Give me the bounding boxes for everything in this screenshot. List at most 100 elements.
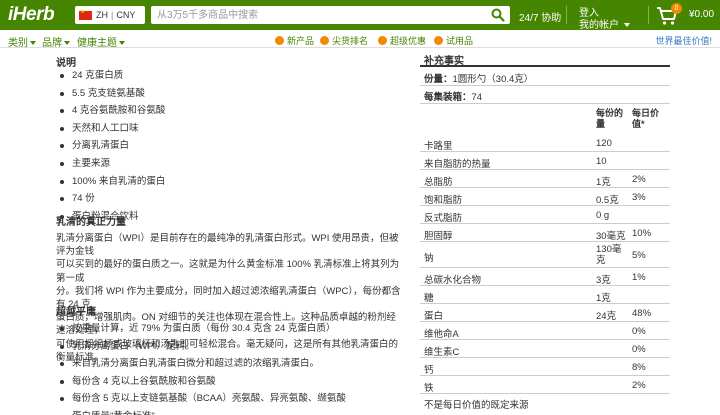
nutrient-amount: 10 [596, 156, 607, 167]
servings-per-container: 每集装箱：74 [424, 92, 483, 103]
daily-value: 48% [632, 308, 652, 319]
list-item: 100% 来自乳清的蛋白 [56, 173, 401, 191]
table-row: 胆固醇 30毫克 10% [420, 224, 670, 242]
table-row: 维生素C 0% [420, 340, 670, 358]
paragraph-line: 可以买到的最好的蛋白质之一。这就是为什么黄金标准 100% 乳清标准上将其列为第… [56, 259, 400, 284]
nutrient-amount: 120 [596, 138, 612, 149]
search-bar [151, 6, 510, 24]
daily-value: 8% [632, 362, 646, 373]
nutrient-name: 卡路里 [424, 141, 453, 152]
facts-footnote: 不是每日价值的既定来源 [424, 400, 529, 411]
best-value-link[interactable]: 世界最佳价值! [655, 34, 712, 47]
language-code: ZH [96, 10, 108, 20]
chevron-down-icon [623, 23, 630, 28]
support-link[interactable]: 24/7 协助 [519, 9, 561, 24]
nutrient-amount: 1克 [596, 293, 611, 304]
daily-value: 5% [632, 250, 646, 261]
chevron-down-icon [119, 41, 125, 46]
table-row: 钠 130毫 克 5% [420, 242, 670, 268]
nutrient-amount: 24克 [596, 311, 617, 322]
serving-size: 份量：1圆形勺（30.4克） [424, 74, 534, 85]
search-input[interactable] [151, 6, 481, 24]
promo-trial[interactable]: 试用品 [434, 34, 473, 47]
nutrient-amount: 0 g [596, 210, 610, 221]
promo-new-products[interactable]: 新产品 [275, 34, 314, 47]
nav-health-topics[interactable]: 健康主题 [77, 34, 125, 49]
table-row: 糖 1克 [420, 286, 670, 304]
promo-top-ranking[interactable]: 尖货排名 [320, 34, 368, 47]
daily-value: 1% [632, 272, 646, 283]
list-item: 分离乳清蛋白 [56, 137, 401, 155]
nutrient-name: 反式脂肪 [424, 213, 463, 224]
daily-value: 2% [632, 174, 646, 185]
list-item: 74 份 [56, 190, 401, 208]
nutrient-amount: 1克 [596, 177, 611, 188]
table-row: 总碳水化合物 3克 1% [420, 268, 670, 286]
gift-icon [434, 36, 443, 45]
language-currency-selector[interactable]: ZH | CNY [75, 6, 145, 24]
nutrient-name: 钠 [424, 253, 434, 264]
nutrient-name: 维他命A [424, 329, 459, 340]
nutrient-name: 饱和脂肪 [424, 195, 463, 206]
description-bullets: 24 克蛋白质 5.5 克支链氨基酸 4 克谷氨酰胺和谷氨酸 天然和人工口味 分离乳清蛋… [56, 67, 401, 225]
tag-icon [378, 36, 387, 45]
iherb-logo[interactable]: iHerb [8, 4, 55, 26]
table-row: 来自脂肪的热量 10 [420, 152, 670, 170]
list-item: 24 克蛋白质 [56, 67, 401, 85]
nutrient-name: 来自脂肪的热量 [424, 159, 491, 170]
daily-value: 10% [632, 228, 652, 239]
star-icon [275, 36, 284, 45]
nutrient-amount: 3克 [596, 275, 611, 286]
nutrient-name: 维生素C [424, 347, 460, 358]
table-row: 维他命A 0% [420, 322, 670, 340]
table-row: 卡路里 120 [420, 134, 670, 152]
trophy-icon [320, 36, 329, 45]
daily-value: 3% [632, 192, 646, 203]
nutrient-amount: 0.5克 [596, 195, 619, 206]
list-item: 来自乳清分离蛋白乳清蛋白微分和超过滤的浓缩乳清蛋白。 [56, 355, 401, 373]
cart-total[interactable]: ¥0.00 [689, 9, 714, 20]
whey-power-title: 乳清的真正力量 [56, 217, 126, 228]
nutrient-name: 总碳水化合物 [424, 275, 482, 286]
amount-per-serving-header: 每份的 量 [596, 108, 624, 129]
nav-brands[interactable]: 品牌 [42, 34, 70, 49]
list-item: 按重量计算，近 79% 为蛋白质（每份 30.4 克含 24 克蛋白质） [56, 320, 401, 338]
facts-divider [420, 65, 670, 67]
nutrient-amount: 130毫 克 [596, 244, 622, 266]
category-nav: 类别 品牌 健康主题 新产品 尖货排名 超级优惠 试用品 世界最佳价值! [0, 30, 720, 49]
daily-value: 0% [632, 326, 646, 337]
cart-count-badge: 0 [671, 3, 682, 14]
nutrient-name: 铁 [424, 383, 434, 394]
nutrient-name: 胆固醇 [424, 231, 453, 242]
table-row: 钙 8% [420, 358, 670, 376]
daily-value: 0% [632, 344, 646, 355]
list-item: 乳清分离蛋白（WPI）配料。 [56, 338, 401, 356]
list-item: 天然和人工口味 [56, 120, 401, 138]
nutrient-name: 蛋白 [424, 311, 444, 322]
list-item: 蛋白质量"黄金标准"。 [56, 408, 401, 415]
currency-code: CNY [116, 10, 136, 20]
table-row: 反式脂肪 0 g [420, 206, 670, 224]
table-row: 蛋白 24克 48% [420, 304, 670, 322]
promo-super-deals[interactable]: 超级优惠 [378, 34, 426, 47]
superior-title: 超越平庸 [56, 307, 96, 318]
search-icon[interactable] [491, 8, 505, 22]
daily-value-header: 每日价 值* [632, 108, 660, 129]
list-item: 每份含 4 克以上谷氨酰胺和谷氨酸 [56, 373, 401, 391]
list-item: 主要来源 [56, 155, 401, 173]
table-row: 铁 2% [420, 376, 670, 394]
chevron-down-icon [30, 41, 36, 46]
my-account-link[interactable]: 我的帐户 [579, 16, 630, 31]
superior-bullets: 按重量计算，近 79% 为蛋白质（每份 30.4 克含 24 克蛋白质） 乳清分离… [56, 320, 401, 415]
list-item: 5.5 克支链氨基酸 [56, 85, 401, 103]
paragraph-line: 分。我们将 WPI 作为主要成分，同时加入超过滤浓缩乳清蛋白（WPC），每份都含… [56, 285, 401, 311]
chevron-down-icon [64, 41, 70, 46]
daily-value: 2% [632, 380, 646, 391]
china-flag-icon [79, 8, 92, 20]
nutrient-name: 总脂肪 [424, 177, 453, 188]
list-item: 4 克谷氨酰胺和谷氨酸 [56, 102, 401, 120]
paragraph-line: 乳清分离蛋白（WPI）是目前存在的最纯净的乳清蛋白形式。WPI 使用昂贵，但被评… [56, 233, 399, 258]
list-item: 每份含 5 克以上支链氨基酸（BCAA）亮氨酸、异亮氨酸、缬氨酸 [56, 390, 401, 408]
table-row: 饱和脂肪 0.5克 3% [420, 188, 670, 206]
nav-categories[interactable]: 类别 [8, 34, 36, 49]
